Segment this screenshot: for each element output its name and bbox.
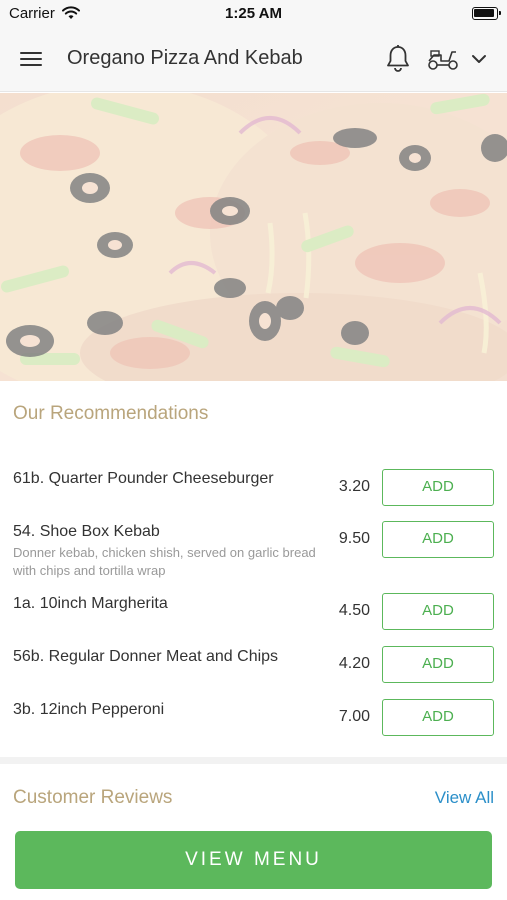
add-button[interactable]: ADD xyxy=(382,469,494,506)
view-all-link[interactable]: View All xyxy=(435,788,494,808)
section-divider xyxy=(0,757,507,764)
clock-label: 1:25 AM xyxy=(225,5,282,22)
item-price: 7.00 xyxy=(338,708,370,725)
status-bar: Carrier 1:25 AM xyxy=(0,0,507,28)
hero-pizza-image xyxy=(0,93,507,381)
add-button[interactable]: ADD xyxy=(382,521,494,558)
reviews-title: Customer Reviews xyxy=(13,787,173,808)
scooter-icon[interactable] xyxy=(426,46,460,72)
item-name: 54. Shoe Box Kebab xyxy=(13,523,160,540)
add-button[interactable]: ADD xyxy=(382,646,494,683)
add-button[interactable]: ADD xyxy=(382,699,494,736)
item-name: 1a. 10inch Margherita xyxy=(13,595,168,612)
menu-icon[interactable] xyxy=(20,48,46,72)
battery-icon xyxy=(472,7,501,20)
recommendations-title: Our Recommendations xyxy=(13,403,209,424)
item-name: 61b. Quarter Pounder Cheeseburger xyxy=(13,470,274,487)
page-title: Oregano Pizza And Kebab xyxy=(67,47,303,69)
item-name: 3b. 12inch Pepperoni xyxy=(13,701,165,718)
item-price: 3.20 xyxy=(338,478,370,495)
chevron-down-icon[interactable] xyxy=(468,48,490,70)
item-price: 4.20 xyxy=(338,655,370,672)
add-button[interactable]: ADD xyxy=(382,593,494,630)
item-price: 4.50 xyxy=(338,602,370,619)
item-description: Donner kebab, chicken shish, served on g… xyxy=(13,545,316,578)
bell-icon[interactable] xyxy=(384,44,412,74)
app-header: Oregano Pizza And Kebab xyxy=(0,28,507,92)
item-price: 9.50 xyxy=(338,530,370,547)
view-menu-button[interactable]: VIEW MENU xyxy=(15,831,492,889)
item-name: 56b. Regular Donner Meat and Chips xyxy=(13,648,279,665)
